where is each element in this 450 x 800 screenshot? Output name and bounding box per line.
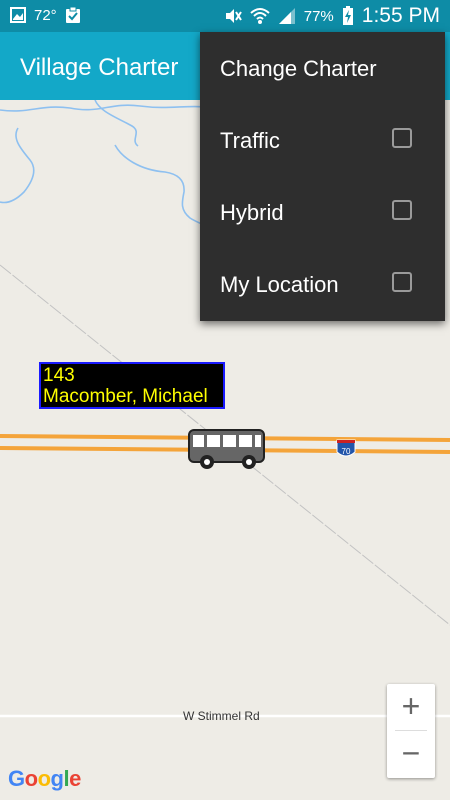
interstate-shield: 70 <box>336 439 356 457</box>
status-bar: 72° 77% 1:55 PM <box>0 0 450 32</box>
traffic-checkbox[interactable] <box>392 128 412 148</box>
app-title: Village Charter <box>20 54 179 81</box>
clipboard-check-icon <box>65 6 80 23</box>
menu-item-label: Hybrid <box>220 200 284 225</box>
menu-item-label: Traffic <box>220 128 280 153</box>
mute-icon <box>225 9 242 23</box>
gallery-icon <box>10 7 26 23</box>
bus-icon[interactable] <box>188 429 265 469</box>
river-3 <box>0 127 35 204</box>
river-1 <box>0 104 211 112</box>
river-4 <box>114 144 211 229</box>
zoom-out-button[interactable]: − <box>387 731 435 777</box>
wifi-icon <box>250 8 270 24</box>
google-logo-text: Google <box>8 766 81 791</box>
zoom-in-button[interactable]: + <box>387 684 435 730</box>
menu-item-hybrid[interactable]: Hybrid <box>200 176 445 248</box>
menu-item-label: My Location <box>220 272 339 297</box>
driver-name: Macomber, Michael <box>43 386 208 407</box>
river-2 <box>94 100 139 147</box>
hybrid-checkbox[interactable] <box>392 200 412 220</box>
vehicle-number: 143 <box>43 365 75 386</box>
menu-item-label: Change Charter <box>220 56 377 81</box>
battery-percent: 77% <box>303 7 334 25</box>
vehicle-label[interactable]: 143 Macomber, Michael <box>39 362 225 409</box>
temperature-text: 72° <box>34 6 57 24</box>
clock: 1:55 PM <box>361 4 440 27</box>
overflow-menu: Change Charter Traffic Hybrid My Locatio… <box>200 32 445 321</box>
my-location-checkbox[interactable] <box>392 272 412 292</box>
menu-item-change-charter[interactable]: Change Charter <box>200 32 445 104</box>
interstate-shield-number: 70 <box>342 447 351 456</box>
signal-icon <box>278 8 295 24</box>
menu-item-my-location[interactable]: My Location <box>200 248 445 320</box>
google-logo: Google <box>8 766 81 792</box>
road-label: W Stimmel Rd <box>183 709 260 723</box>
zoom-controls: + − <box>387 684 435 778</box>
menu-item-traffic[interactable]: Traffic <box>200 104 445 176</box>
battery-charging-icon <box>342 6 353 25</box>
